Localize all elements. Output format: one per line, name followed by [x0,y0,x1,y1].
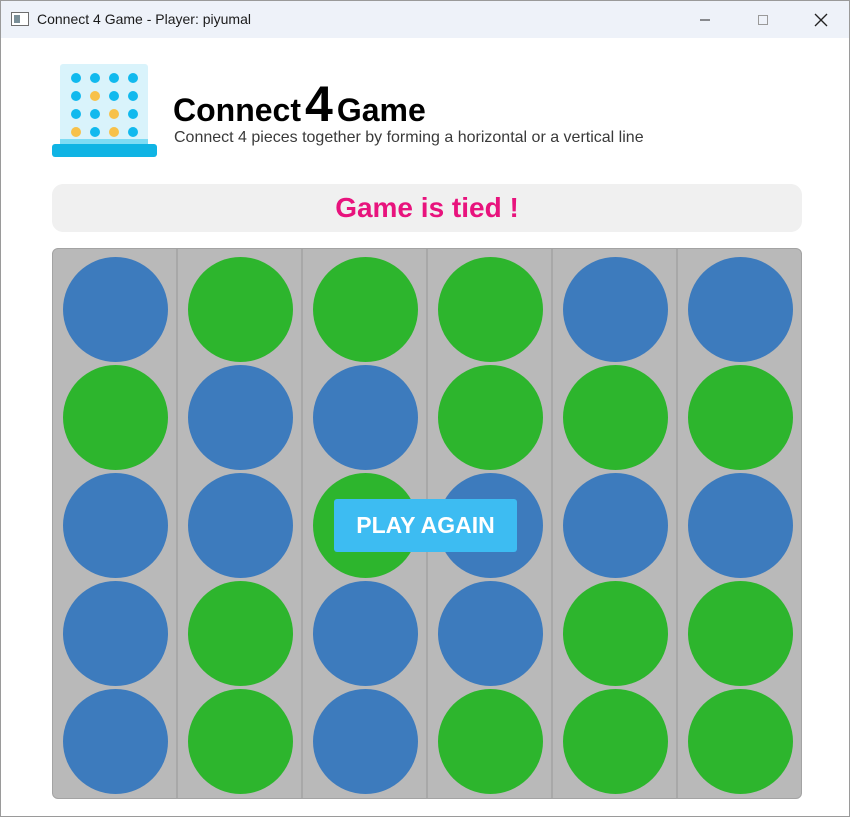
game-piece-blue [313,689,418,794]
game-piece-green [313,257,418,362]
title-word-connect: Connect [173,92,301,128]
board-column[interactable] [53,249,178,798]
game-piece-blue [63,257,168,362]
game-piece-green [438,365,543,470]
page-subtitle: Connect 4 pieces together by forming a h… [174,129,644,146]
game-piece-green [688,365,793,470]
page-title: Connect4 Game [173,79,426,129]
game-piece-blue [63,689,168,794]
game-piece-blue [563,257,668,362]
game-piece-green [188,581,293,686]
play-again-button[interactable]: PLAY AGAIN [334,499,517,552]
game-piece-blue [313,581,418,686]
game-piece-blue [188,365,293,470]
game-piece-blue [63,581,168,686]
title-word-game: Game [336,92,426,128]
game-piece-blue [688,257,793,362]
game-piece-green [563,581,668,686]
game-piece-green [563,689,668,794]
maximize-button[interactable] [740,1,786,38]
game-piece-blue [313,365,418,470]
close-icon [814,13,828,26]
game-piece-green [688,581,793,686]
game-piece-green [563,365,668,470]
game-piece-blue [688,473,793,578]
game-status-bar: Game is tied ! [52,184,802,232]
minimize-button[interactable] [682,1,728,38]
board-column[interactable] [553,249,678,798]
game-piece-green [63,365,168,470]
game-piece-blue [438,581,543,686]
app-window: Connect 4 Game - Player: piyumal Connect… [0,0,850,817]
game-piece-green [188,257,293,362]
title-bar[interactable]: Connect 4 Game - Player: piyumal [1,1,849,38]
game-piece-green [688,689,793,794]
title-number: 4 [305,76,333,132]
game-piece-blue [188,473,293,578]
connect-four-board-icon [52,64,157,158]
game-piece-blue [563,473,668,578]
minimize-icon [700,19,710,20]
game-piece-green [438,257,543,362]
app-window-icon [11,12,29,26]
close-button[interactable] [798,1,844,38]
game-status-message: Game is tied ! [335,192,519,223]
board-column[interactable] [678,249,801,798]
maximize-icon [758,14,768,25]
game-piece-green [188,689,293,794]
window-title: Connect 4 Game - Player: piyumal [37,11,251,27]
game-piece-blue [63,473,168,578]
board-column[interactable] [178,249,303,798]
game-piece-green [438,689,543,794]
